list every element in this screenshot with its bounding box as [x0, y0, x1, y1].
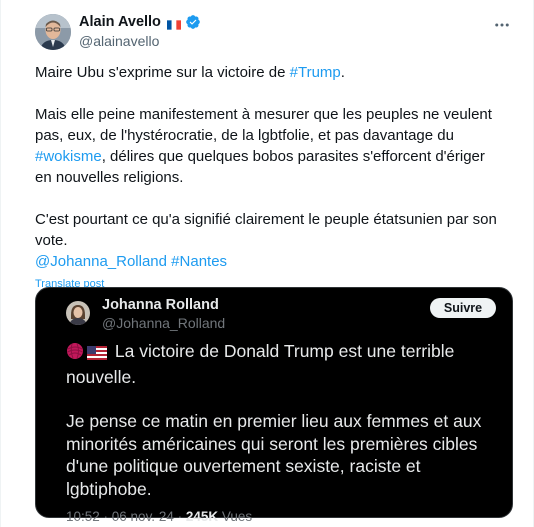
- hashtag-wokisme-link[interactable]: #wokisme: [35, 148, 102, 165]
- post-text: Maire Ubu s'exprime sur la victoire de: [35, 64, 290, 81]
- views-label: Vues: [218, 509, 253, 524]
- quoted-author-names: Johanna Rolland @Johanna_Rolland: [102, 296, 225, 332]
- mention-johanna-rolland-link[interactable]: @Johanna_Rolland: [35, 253, 167, 270]
- quoted-header: Johanna Rolland @Johanna_Rolland Suivre: [66, 296, 498, 332]
- more-options-icon[interactable]: [489, 12, 515, 38]
- post-body: Maire Ubu s'exprime sur la victoire de #…: [35, 62, 505, 295]
- quoted-meta: 10:52 · 06 nov. 24 · 245K Vues: [66, 509, 498, 524]
- post-card: Alain Avello @alainavello Maire Ubu s'ex…: [0, 0, 534, 527]
- quoted-post[interactable]: Johanna Rolland @Johanna_Rolland Suivre …: [35, 287, 513, 524]
- author-names: Alain Avello @alainavello: [79, 13, 201, 49]
- author-handle[interactable]: @alainavello: [79, 33, 201, 49]
- quoted-text: La victoire de Donald Trump est une terr…: [66, 341, 455, 387]
- post-text: C'est pourtant ce qu'a signifié claireme…: [35, 211, 497, 249]
- post-paragraph-2: Mais elle peine manifestement à mesurer …: [35, 104, 505, 188]
- quoted-paragraph-1: La victoire de Donald Trump est une terr…: [66, 340, 496, 388]
- quoted-author-name[interactable]: Johanna Rolland: [102, 296, 225, 314]
- yarn-ball-emoji-icon: [66, 342, 84, 366]
- follow-button[interactable]: Suivre: [430, 298, 496, 318]
- post-header: Alain Avello @alainavello: [35, 12, 517, 56]
- us-flag-emoji-icon: [87, 343, 107, 366]
- post-paragraph-1: Maire Ubu s'exprime sur la victoire de #…: [35, 62, 505, 83]
- views-count: 245K: [185, 509, 219, 524]
- post-text: Mais elle peine manifestement à mesurer …: [35, 106, 492, 144]
- quoted-body: La victoire de Donald Trump est une terr…: [66, 340, 496, 500]
- author-name[interactable]: Alain Avello: [79, 14, 161, 30]
- quoted-timestamp[interactable]: 10:52 · 06 nov. 24 ·: [66, 509, 186, 524]
- post-text: , délires que quelques bobos parasites s…: [35, 148, 485, 186]
- quoted-author-avatar[interactable]: [66, 301, 90, 325]
- hashtag-nantes-link[interactable]: #Nantes: [171, 253, 227, 270]
- post-paragraph-3: C'est pourtant ce qu'a signifié claireme…: [35, 209, 505, 272]
- quoted-paragraph-2: Je pense ce matin en premier lieu aux fe…: [66, 411, 482, 499]
- quoted-author-handle[interactable]: @Johanna_Rolland: [102, 314, 225, 332]
- post-text: .: [340, 64, 345, 81]
- hashtag-trump-link[interactable]: #Trump: [290, 64, 341, 81]
- france-flag-icon: [166, 17, 181, 30]
- verified-badge-icon[interactable]: [185, 14, 201, 30]
- author-avatar[interactable]: [35, 14, 71, 50]
